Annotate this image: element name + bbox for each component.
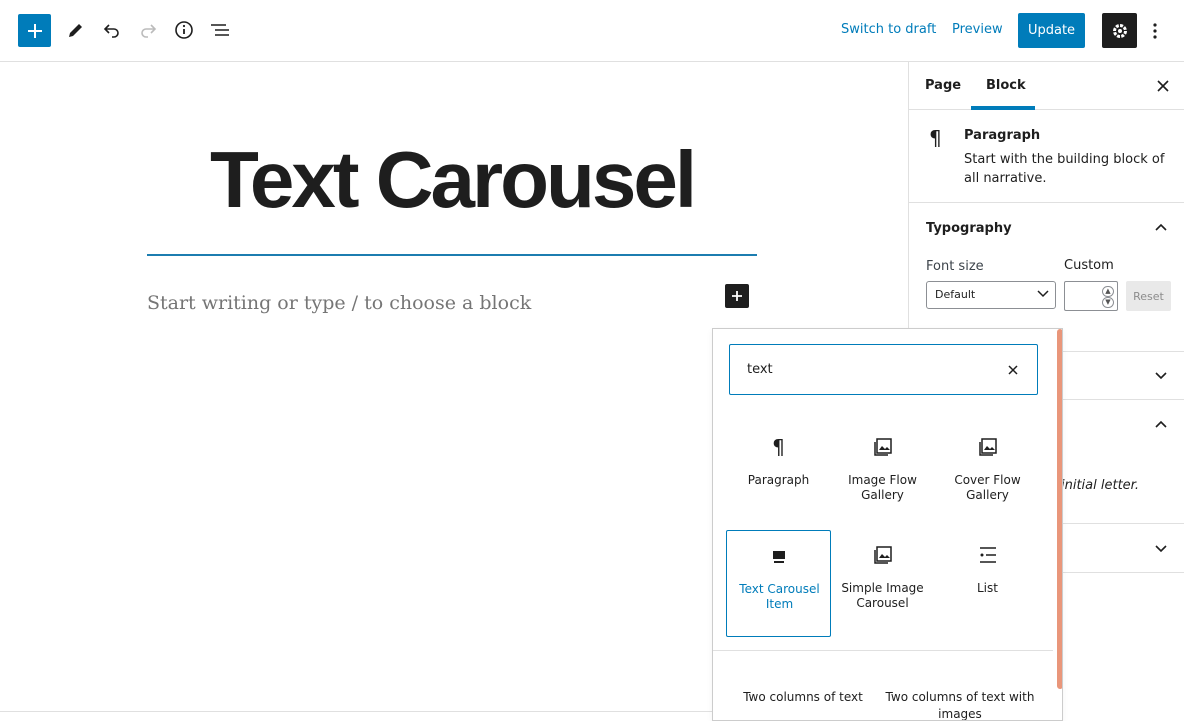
- pencil-icon: [69, 24, 82, 37]
- reset-button[interactable]: Reset: [1126, 281, 1171, 311]
- panel-toggle-2[interactable]: [1153, 416, 1169, 432]
- post-title[interactable]: Text Carousel: [147, 140, 757, 220]
- font-size-select[interactable]: Default: [926, 281, 1056, 309]
- block-inserter-popover: text ¶ Paragraph Image Flow Gallery Cove…: [712, 328, 1063, 721]
- redo-icon: [141, 24, 157, 38]
- block-search-value: text: [747, 362, 773, 377]
- chevron-down-icon: [1155, 545, 1167, 553]
- close-icon: [1157, 80, 1169, 92]
- undo-button[interactable]: [95, 13, 129, 47]
- decrement-icon[interactable]: ▼: [1102, 297, 1114, 308]
- pattern-item-two-columns-text[interactable]: Two columns of text: [743, 689, 863, 706]
- carousel-item-icon: [727, 545, 830, 567]
- gallery-icon: [935, 436, 1040, 458]
- gallery-icon: [830, 544, 935, 566]
- more-vertical-icon: [1153, 22, 1157, 39]
- custom-size-label: Custom: [1064, 258, 1114, 273]
- typography-panel-title[interactable]: Typography: [926, 221, 1012, 236]
- add-block-button[interactable]: [18, 14, 51, 47]
- details-button[interactable]: [167, 13, 201, 47]
- typography-panel-toggle[interactable]: [1153, 219, 1169, 235]
- increment-icon[interactable]: ▲: [1102, 286, 1114, 297]
- block-card-description: Start with the building block of all nar…: [964, 152, 1165, 186]
- block-item-label: Text Carousel Item: [739, 582, 820, 611]
- inline-add-block-button[interactable]: [725, 284, 749, 308]
- paragraph-icon: ¶: [772, 435, 785, 459]
- patterns-divider: [713, 650, 1053, 651]
- block-item-cover-flow-gallery[interactable]: Cover Flow Gallery: [935, 422, 1040, 529]
- block-item-paragraph[interactable]: ¶ Paragraph: [726, 422, 831, 529]
- custom-font-size-input[interactable]: ▲ ▼: [1064, 281, 1118, 311]
- close-sidebar-button[interactable]: [1153, 76, 1173, 96]
- editor-toolbar: Switch to draft Preview Update: [0, 0, 1184, 62]
- tab-block[interactable]: Block: [986, 78, 1026, 93]
- chevron-down-icon: [1155, 372, 1167, 380]
- font-size-label: Font size: [926, 259, 984, 274]
- undo-icon: [103, 24, 119, 38]
- block-item-label: Paragraph: [747, 473, 810, 487]
- block-card: ¶ Paragraph Start with the building bloc…: [909, 110, 1184, 203]
- block-item-simple-image-carousel[interactable]: Simple Image Carousel: [830, 530, 935, 637]
- settings-button[interactable]: [1102, 13, 1137, 48]
- list-view-icon: [211, 24, 229, 36]
- panel-toggle-3[interactable]: [1153, 541, 1169, 557]
- plus-icon: [732, 291, 742, 301]
- clear-search-button[interactable]: [1004, 361, 1022, 379]
- drop-cap-help-text: initial letter.: [1061, 478, 1139, 493]
- block-item-image-flow-gallery[interactable]: Image Flow Gallery: [830, 422, 935, 529]
- update-button[interactable]: Update: [1018, 13, 1085, 48]
- block-item-label: Cover Flow Gallery: [954, 473, 1021, 502]
- info-icon: [175, 21, 193, 39]
- tools-button[interactable]: [59, 13, 93, 47]
- font-size-select-value: Default: [935, 288, 976, 301]
- plus-icon: [27, 23, 42, 38]
- block-item-text-carousel-item[interactable]: Text Carousel Item: [726, 530, 831, 637]
- gallery-icon: [830, 436, 935, 458]
- chevron-up-icon: [1155, 420, 1167, 428]
- pattern-item-two-columns-text-images[interactable]: Two columns of text with images: [885, 689, 1035, 720]
- chevron-down-icon: [1037, 290, 1049, 298]
- redo-button[interactable]: [131, 13, 165, 47]
- panel-toggle-1[interactable]: [1153, 368, 1169, 384]
- preview-button[interactable]: Preview: [952, 22, 1003, 37]
- tab-page[interactable]: Page: [925, 78, 961, 93]
- list-view-button[interactable]: [203, 13, 237, 47]
- chevron-up-icon: [1155, 223, 1167, 231]
- block-item-list[interactable]: List: [935, 530, 1040, 637]
- block-item-label: Image Flow Gallery: [848, 473, 917, 502]
- paragraph-icon: ¶: [929, 126, 942, 150]
- switch-to-draft-button[interactable]: Switch to draft: [841, 22, 936, 37]
- close-icon: [1008, 365, 1018, 375]
- list-icon: [935, 544, 1040, 566]
- block-search-input[interactable]: text: [729, 344, 1038, 395]
- block-item-label: List: [977, 581, 998, 595]
- block-item-label: Simple Image Carousel: [841, 581, 924, 610]
- scrollbar[interactable]: [1057, 329, 1062, 689]
- more-menu-button[interactable]: [1143, 13, 1167, 48]
- block-card-title: Paragraph: [964, 128, 1041, 143]
- sidebar-tabs: Page Block: [909, 62, 1184, 110]
- paragraph-placeholder[interactable]: Start writing or type / to choose a bloc…: [147, 292, 531, 314]
- title-separator: [147, 254, 757, 256]
- gear-icon: [1112, 23, 1127, 38]
